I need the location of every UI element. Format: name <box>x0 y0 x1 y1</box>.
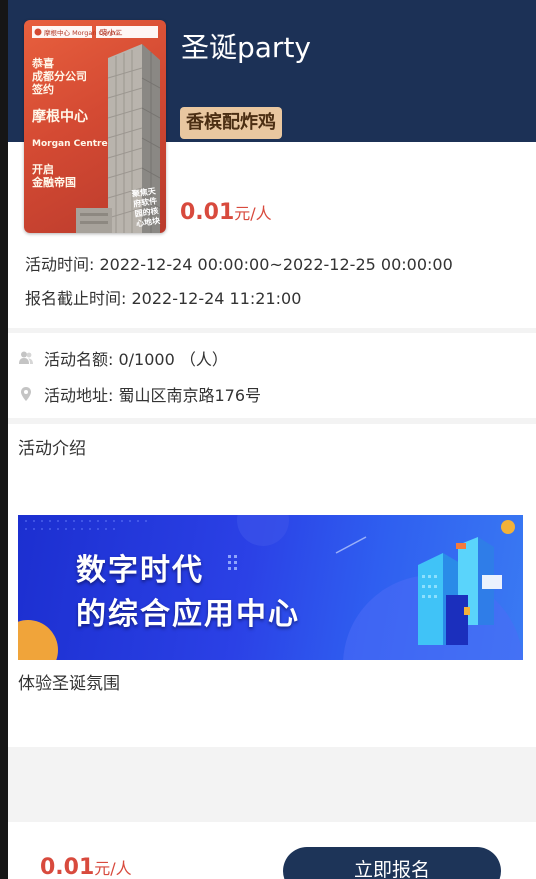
poster-brand-right: 晓小二 <box>100 27 123 37</box>
location-pin-icon <box>21 387 31 401</box>
address-row[interactable]: 活动地址: 蜀山区南京路176号 <box>18 382 261 406</box>
quota-row: 活动名额: 0/1000 （人） <box>18 346 228 370</box>
signup-button[interactable]: 立即报名 <box>283 847 501 879</box>
person-icon <box>19 351 33 364</box>
event-poster[interactable]: 摩根中心 Morgan Centre 晓小二 恭喜 成都分公司 签约 摩根中心 … <box>24 20 166 233</box>
bottom-action-bar: 0.01元/人 立即报名 <box>8 822 536 879</box>
banner-text: 数字时代 的综合应用中心 <box>76 553 300 632</box>
footer-price: 0.01元/人 <box>40 855 132 879</box>
intro-heading: 活动介绍 <box>18 439 86 459</box>
event-price: 0.01元/人 <box>180 200 272 225</box>
event-intro-section: 活动介绍 数字时代 的综合应用中心 体验圣诞氛围 <box>8 424 536 747</box>
quota-text: 活动名额: 0/1000 （人） <box>44 350 228 369</box>
event-time: 活动时间: 2022-12-24 00:00:00~2022-12-25 00:… <box>25 255 453 274</box>
event-detail-page: 摩根中心 Morgan Centre 晓小二 恭喜 成都分公司 签约 摩根中心 … <box>8 0 536 879</box>
intro-description: 体验圣诞氛围 <box>18 674 120 694</box>
left-edge-strip <box>0 0 8 879</box>
event-price-amount: 0.01 <box>180 200 235 225</box>
event-tag-badge: 香槟配炸鸡 <box>180 107 282 139</box>
event-info-section: 活动名额: 0/1000 （人） 活动地址: 蜀山区南京路176号 <box>8 333 536 418</box>
signup-deadline: 报名截止时间: 2022-12-24 11:21:00 <box>25 289 302 308</box>
event-price-unit: 元/人 <box>234 204 272 223</box>
footer-price-amount: 0.01 <box>40 855 95 879</box>
address-text: 活动地址: 蜀山区南京路176号 <box>44 386 262 405</box>
poster-brand-bar: 摩根中心 Morgan Centre 晓小二 <box>32 26 158 38</box>
footer-price-unit: 元/人 <box>94 859 132 878</box>
event-title: 圣诞party <box>181 31 311 64</box>
intro-banner-image: 数字时代 的综合应用中心 <box>18 515 523 660</box>
